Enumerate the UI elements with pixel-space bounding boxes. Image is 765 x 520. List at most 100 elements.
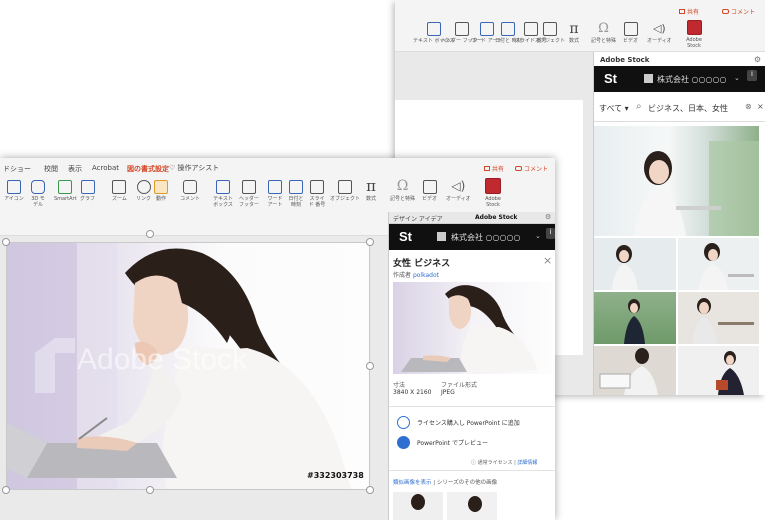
chevron-down-icon[interactable]: ⌄: [535, 232, 541, 240]
wordart-tool[interactable]: ワード アート: [266, 180, 284, 208]
rotate-handle[interactable]: [146, 230, 154, 238]
stock-header: St 株式会社 ○○○○○ ⌄ i: [594, 66, 765, 92]
object-tool[interactable]: オブジェクト: [535, 22, 565, 44]
textbox-icon: [216, 180, 230, 194]
smartart-tool[interactable]: SmartArt: [54, 180, 77, 202]
slide-number-icon: [310, 180, 324, 194]
result-photo-4[interactable]: [594, 292, 676, 344]
resize-handle[interactable]: [146, 486, 154, 494]
settings-icon[interactable]: ⚙: [754, 55, 761, 64]
similar-link[interactable]: 類似画像を表示: [393, 480, 432, 486]
result-photo-3[interactable]: [678, 238, 759, 290]
woman-photo-graphic: [401, 285, 538, 374]
lightbulb-icon: ♡: [169, 164, 176, 172]
action-tool[interactable]: 動作: [154, 180, 168, 202]
share-button[interactable]: 共有: [678, 7, 699, 16]
series-thumb-2[interactable]: [447, 492, 497, 520]
slide-editor: Adobe Stock #332303738: [0, 230, 388, 520]
stock-logo: St: [604, 71, 617, 86]
settings-icon[interactable]: ⚙: [545, 213, 551, 221]
license-button[interactable]: ライセンス購入し PowerPoint に追加: [397, 416, 520, 429]
tell-me[interactable]: ♡ 操作アシスト: [169, 163, 219, 173]
account-name: 株式会社 ○○○○○: [451, 233, 521, 242]
tab-slideshow[interactable]: ドショー: [3, 164, 31, 174]
info-icon[interactable]: i: [747, 70, 757, 81]
header-footer-tool[interactable]: ヘッダー フッター: [238, 180, 260, 208]
comment-tool[interactable]: コメント: [180, 180, 200, 202]
close-icon[interactable]: ×: [757, 102, 764, 111]
resize-handle[interactable]: [366, 238, 374, 246]
icons-tool[interactable]: アイコン: [4, 180, 24, 202]
divider: [389, 470, 555, 471]
audio-tool[interactable]: ◁) オーディオ: [647, 22, 672, 44]
3d-model-tool[interactable]: 3D モデル: [30, 180, 46, 208]
result-photo-6[interactable]: [594, 346, 676, 395]
woman-photo-graphic: [634, 141, 759, 236]
search-input[interactable]: ビジネス、日本、女性: [648, 103, 728, 114]
tab-acrobat[interactable]: Acrobat: [92, 164, 119, 172]
details-link[interactable]: 詳細情報: [517, 460, 537, 466]
preview-button[interactable]: PowerPoint でプレビュー: [397, 436, 488, 449]
video-icon: [623, 22, 638, 36]
format-label: ファイル形式: [441, 382, 478, 389]
smartart-icon: [58, 180, 73, 194]
audio-tool[interactable]: ◁) オーディオ: [446, 178, 471, 202]
selected-picture[interactable]: Adobe Stock #332303738: [6, 242, 370, 490]
author-link[interactable]: polkadot: [413, 272, 439, 279]
header-footer-icon: [454, 22, 469, 36]
tab-design-ideas[interactable]: デザイン アイデア: [393, 214, 443, 223]
result-photo-2[interactable]: [594, 238, 676, 290]
search-bar: すべて ▾ ⌕ ビジネス、日本、女性 ⊗ ×: [594, 92, 765, 122]
adobe-stock-tool[interactable]: Adobe Stock: [481, 178, 505, 208]
series-thumb-1[interactable]: [393, 492, 443, 520]
building-icon: [437, 232, 446, 241]
date-time-icon: [289, 180, 303, 194]
adobe-stock-icon: [686, 20, 702, 35]
resize-handle[interactable]: [2, 486, 10, 494]
chevron-down-icon[interactable]: ⌄: [734, 74, 740, 82]
video-icon: [422, 180, 437, 194]
symbol-tool[interactable]: Ω 記号と特殊: [390, 178, 415, 202]
share-button[interactable]: 共有: [484, 164, 504, 173]
filter-dropdown[interactable]: すべて ▾: [599, 103, 629, 114]
date-time-tool[interactable]: 日付と 時刻: [288, 180, 304, 208]
resize-handle[interactable]: [366, 486, 374, 494]
comments-button[interactable]: コメント: [515, 164, 548, 173]
tab-adobe-stock[interactable]: Adobe Stock: [475, 214, 517, 221]
adobe-stock-tool[interactable]: Adobe Stock: [681, 20, 707, 49]
clear-icon[interactable]: ⊗: [745, 102, 752, 111]
tab-review[interactable]: 校閲: [44, 164, 58, 174]
tab-picture-format[interactable]: 図の書式設定: [127, 164, 169, 174]
resize-handle[interactable]: [2, 238, 10, 246]
tab-view[interactable]: 表示: [68, 164, 82, 174]
result-photo-7[interactable]: [678, 346, 759, 395]
audio-icon: ◁): [451, 179, 466, 193]
woman-photo-graphic: [698, 243, 754, 290]
object-tool[interactable]: オブジェクト: [330, 180, 360, 202]
chart-icon: [80, 180, 95, 194]
close-icon[interactable]: ×: [543, 254, 552, 267]
video-tool[interactable]: ビデオ: [422, 180, 437, 202]
equation-tool[interactable]: π 数式: [366, 178, 376, 202]
zoom-tool[interactable]: ズーム: [112, 180, 127, 202]
textbox-tool[interactable]: テキスト ボックス: [212, 180, 234, 208]
video-tool[interactable]: ビデオ: [623, 22, 638, 44]
adobe-stock-icon: [485, 178, 501, 194]
equation-tool[interactable]: π 数式: [569, 22, 579, 44]
result-photo-5[interactable]: [678, 292, 759, 344]
wordart-icon: [268, 180, 282, 194]
resize-handle[interactable]: [366, 362, 374, 370]
comment-icon: [183, 180, 197, 194]
info-icon[interactable]: i: [546, 228, 555, 239]
size-value: 3840 X 2160: [393, 389, 432, 396]
symbol-tool[interactable]: Ω 記号と特殊: [591, 22, 616, 45]
slide-number-tool[interactable]: スライド 番号: [308, 180, 326, 208]
link-tool[interactable]: リンク: [136, 180, 151, 202]
woman-photo-graphic: [411, 494, 425, 510]
chart-tool[interactable]: グラフ: [80, 180, 95, 202]
front-window: ドショー 校閲 表示 Acrobat 図の書式設定 ♡ 操作アシスト 共有 コメ…: [0, 158, 555, 520]
result-photo-1[interactable]: [594, 126, 759, 236]
date-time-icon: [501, 22, 516, 36]
comments-button[interactable]: コメント: [721, 7, 755, 16]
asset-preview[interactable]: [393, 282, 552, 374]
